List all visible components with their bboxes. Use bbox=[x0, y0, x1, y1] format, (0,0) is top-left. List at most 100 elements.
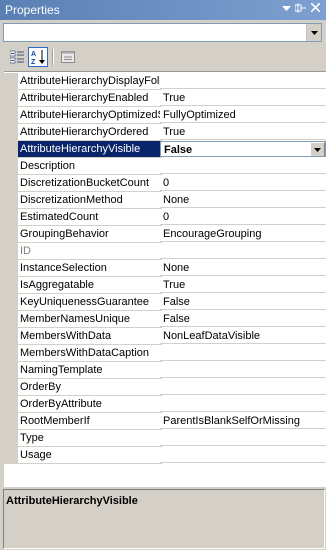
property-row[interactable]: MembersWithData NonLeafDataVisible bbox=[4, 328, 326, 345]
property-name[interactable]: Usage bbox=[18, 447, 162, 464]
property-value[interactable] bbox=[160, 447, 326, 463]
property-name[interactable]: GroupingBehavior bbox=[18, 226, 162, 243]
row-margin bbox=[4, 277, 18, 294]
row-margin bbox=[4, 430, 18, 447]
property-row[interactable]: OrderBy bbox=[4, 379, 326, 396]
property-value-text: NonLeafDataVisible bbox=[163, 330, 261, 342]
property-row[interactable]: GroupingBehavior EncourageGrouping bbox=[4, 226, 326, 243]
property-value[interactable]: True bbox=[160, 277, 326, 293]
property-name[interactable]: MembersWithDataCaption bbox=[18, 345, 162, 362]
property-value[interactable]: False bbox=[160, 141, 326, 157]
row-margin bbox=[4, 243, 18, 260]
property-name[interactable]: OrderByAttribute bbox=[18, 396, 162, 413]
property-name[interactable]: KeyUniquenessGuarantee bbox=[18, 294, 162, 311]
property-name[interactable]: AttributeHierarchyEnabled bbox=[18, 90, 162, 107]
categorized-icon[interactable] bbox=[7, 47, 27, 67]
row-margin bbox=[4, 124, 18, 141]
property-name[interactable]: IsAggregatable bbox=[18, 277, 162, 294]
property-row[interactable]: EstimatedCount 0 bbox=[4, 209, 326, 226]
property-row[interactable]: InstanceSelection None bbox=[4, 260, 326, 277]
property-name[interactable]: AttributeHierarchyVisible bbox=[18, 141, 162, 158]
toolbar: A Z bbox=[0, 45, 326, 69]
property-name[interactable]: RootMemberIf bbox=[18, 413, 162, 430]
property-row[interactable]: MemberNamesUnique False bbox=[4, 311, 326, 328]
alphabetical-sort-icon[interactable]: A Z bbox=[28, 47, 48, 67]
property-name[interactable]: AttributeHierarchyOptimizedState bbox=[18, 107, 162, 124]
property-value[interactable]: EncourageGrouping bbox=[160, 226, 326, 242]
property-row[interactable]: AttributeHierarchyOptimizedStateFullyOpt… bbox=[4, 107, 326, 124]
property-value[interactable] bbox=[160, 430, 326, 446]
property-name[interactable]: AttributeHierarchyOrdered bbox=[18, 124, 162, 141]
property-name[interactable]: DiscretizationMethod bbox=[18, 192, 162, 209]
property-name[interactable]: InstanceSelection bbox=[18, 260, 162, 277]
object-selector[interactable] bbox=[3, 23, 322, 42]
property-name[interactable]: Description bbox=[18, 158, 162, 175]
property-value[interactable]: FullyOptimized bbox=[160, 107, 326, 123]
property-row[interactable]: AttributeHierarchyVisible False bbox=[4, 141, 326, 158]
row-margin bbox=[4, 379, 18, 396]
property-row[interactable]: DiscretizationBucketCount 0 bbox=[4, 175, 326, 192]
property-value[interactable] bbox=[160, 243, 326, 259]
close-icon[interactable] bbox=[309, 2, 322, 16]
property-value[interactable] bbox=[160, 158, 326, 174]
property-row[interactable]: ID bbox=[4, 243, 326, 260]
property-value[interactable]: False bbox=[160, 294, 326, 310]
row-margin bbox=[4, 396, 18, 413]
property-value[interactable]: 0 bbox=[160, 209, 326, 225]
property-name[interactable]: EstimatedCount bbox=[18, 209, 162, 226]
row-margin bbox=[4, 362, 18, 379]
property-value[interactable] bbox=[160, 396, 326, 412]
property-name[interactable]: OrderBy bbox=[18, 379, 162, 396]
property-name[interactable]: MembersWithData bbox=[18, 328, 162, 345]
property-name[interactable]: AttributeHierarchyDisplayFolder bbox=[18, 73, 162, 90]
property-value-text: FullyOptimized bbox=[163, 109, 236, 121]
chevron-down-icon[interactable] bbox=[310, 142, 325, 156]
chevron-down-icon[interactable] bbox=[306, 24, 321, 41]
property-value[interactable] bbox=[160, 362, 326, 378]
property-row[interactable]: OrderByAttribute bbox=[4, 396, 326, 413]
property-value[interactable] bbox=[160, 379, 326, 395]
property-row[interactable]: Description bbox=[4, 158, 326, 175]
property-row[interactable]: AttributeHierarchyDisplayFolder bbox=[4, 73, 326, 90]
row-margin bbox=[4, 311, 18, 328]
property-value[interactable]: 0 bbox=[160, 175, 326, 191]
property-value[interactable]: NonLeafDataVisible bbox=[160, 328, 326, 344]
property-value-text: ParentIsBlankSelfOrMissing bbox=[163, 415, 300, 427]
row-margin bbox=[4, 192, 18, 209]
property-row[interactable]: DiscretizationMethod None bbox=[4, 192, 326, 209]
property-name[interactable]: NamingTemplate bbox=[18, 362, 162, 379]
property-pages-icon[interactable] bbox=[58, 47, 78, 67]
property-value[interactable]: True bbox=[160, 90, 326, 106]
property-row[interactable]: Usage bbox=[4, 447, 326, 464]
row-margin bbox=[4, 158, 18, 175]
property-row[interactable]: Type bbox=[4, 430, 326, 447]
row-margin bbox=[4, 413, 18, 430]
row-margin bbox=[4, 73, 18, 90]
property-value[interactable]: False bbox=[160, 311, 326, 327]
property-row[interactable]: AttributeHierarchyEnabled True bbox=[4, 90, 326, 107]
property-name[interactable]: DiscretizationBucketCount bbox=[18, 175, 162, 192]
property-row[interactable]: IsAggregatable True bbox=[4, 277, 326, 294]
property-value[interactable]: ParentIsBlankSelfOrMissing bbox=[160, 413, 326, 429]
property-value-text: True bbox=[163, 279, 186, 291]
property-value[interactable] bbox=[160, 345, 326, 361]
property-row[interactable]: KeyUniquenessGuarantee False bbox=[4, 294, 326, 311]
property-name[interactable]: Type bbox=[18, 430, 162, 447]
property-row[interactable]: AttributeHierarchyOrdered True bbox=[4, 124, 326, 141]
property-value-text: 0 bbox=[163, 211, 170, 223]
property-value[interactable] bbox=[160, 73, 326, 89]
property-value-text: None bbox=[163, 194, 190, 206]
property-row[interactable]: RootMemberIf ParentIsBlankSelfOrMissing bbox=[4, 413, 326, 430]
property-value[interactable]: None bbox=[160, 192, 326, 208]
property-row[interactable]: NamingTemplate bbox=[4, 362, 326, 379]
property-value[interactable]: None bbox=[160, 260, 326, 276]
property-row[interactable]: MembersWithDataCaption bbox=[4, 345, 326, 362]
property-value[interactable]: True bbox=[160, 124, 326, 140]
property-name[interactable]: ID bbox=[18, 243, 162, 260]
pin-icon[interactable] bbox=[294, 3, 307, 16]
property-name[interactable]: MemberNamesUnique bbox=[18, 311, 162, 328]
property-value-text: EncourageGrouping bbox=[163, 228, 262, 240]
dropdown-icon[interactable] bbox=[280, 3, 293, 16]
row-margin bbox=[4, 209, 18, 226]
property-value-text: 0 bbox=[163, 177, 170, 189]
